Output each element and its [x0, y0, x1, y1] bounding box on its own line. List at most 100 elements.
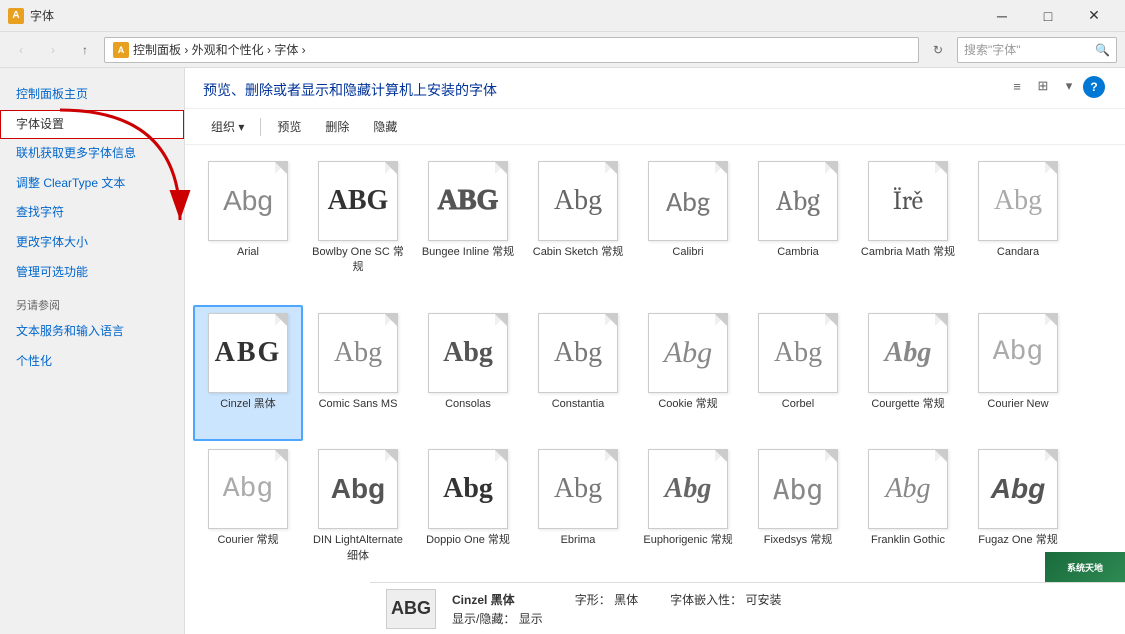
status-showHide: 显示/隐藏： 显示 [452, 610, 543, 627]
status-font-name: Cinzel 黑体 [452, 591, 543, 608]
delete-button[interactable]: 删除 [317, 115, 357, 138]
font-icon: Abg [648, 313, 728, 393]
sidebar-item-cleartype[interactable]: 调整 ClearType 文本 [0, 169, 184, 199]
font-name: DIN LightAlternate 细体 [309, 533, 407, 564]
font-icon: Abg [978, 313, 1058, 393]
font-item[interactable]: ABGBungee Inline 常规 [413, 153, 523, 305]
font-name: Fixedsys 常规 [764, 533, 832, 548]
font-name: Fugaz One 常规 [978, 533, 1057, 548]
title-bar-controls: ─ □ ✕ [979, 0, 1117, 32]
title-bar: A 字体 ─ □ ✕ [0, 0, 1125, 32]
font-item[interactable]: AbgCambria [743, 153, 853, 305]
font-item[interactable]: AbgCandara [963, 153, 1073, 305]
status-bar: ABG Cinzel 黑体 显示/隐藏： 显示 字形： 黑体 [370, 582, 1125, 634]
view-buttons: ≡ ⊞ ▾ [1005, 74, 1081, 98]
font-icon: Abg [758, 449, 838, 529]
font-preview-text: Abg [223, 474, 273, 505]
font-item[interactable]: Abg Euphorigenic 常规 [633, 441, 743, 593]
font-item[interactable]: AbgFranklin Gothic [853, 441, 963, 593]
up-button[interactable]: ↑ [72, 37, 98, 63]
font-icon: Abg [978, 161, 1058, 241]
font-item[interactable]: AbgDIN LightAlternate 细体 [303, 441, 413, 593]
sidebar-item-change-size[interactable]: 更改字体大小 [0, 228, 184, 258]
path-text: 控制面板 › 外观和个性化 › 字体 › [133, 41, 306, 58]
font-name: Ebrima [561, 533, 596, 548]
help-button[interactable]: ? [1083, 76, 1105, 98]
status-showHide-label: 显示/隐藏： [452, 612, 515, 626]
font-item[interactable]: Abg Corbel [743, 305, 853, 441]
path-icon: A [113, 42, 129, 58]
font-item[interactable]: AbgCourier 常规 [193, 441, 303, 593]
sidebar-item-get-fonts[interactable]: 联机获取更多字体信息 [0, 139, 184, 169]
status-embed: 字体嵌入性： 可安装 [670, 591, 781, 608]
refresh-button[interactable]: ↻ [925, 37, 951, 63]
font-item[interactable]: Ïrě Cambria Math 常规 [853, 153, 963, 305]
font-item[interactable]: AbgDoppio One 常规 [413, 441, 523, 593]
font-item[interactable]: AbgConsolas [413, 305, 523, 441]
font-preview-text: ABG [215, 337, 282, 369]
search-box[interactable]: 搜索"字体" 🔍 [957, 37, 1117, 63]
font-item[interactable]: AbgConstantia [523, 305, 633, 441]
font-item[interactable]: AbgArial [193, 153, 303, 305]
status-font-preview: ABG [386, 589, 436, 629]
fonts-grid: AbgArialABGBowlby One SC 常规ABGBungee Inl… [185, 145, 1125, 601]
font-preview-text: Abg [664, 336, 712, 370]
view-dropdown-button[interactable]: ▾ [1057, 74, 1081, 98]
sidebar-item-manage-features[interactable]: 管理可选功能 [0, 258, 184, 288]
grid-view-button[interactable]: ⊞ [1031, 74, 1055, 98]
font-icon: Abg [428, 313, 508, 393]
back-button[interactable]: ‹ [8, 37, 34, 63]
search-icon: 🔍 [1095, 43, 1110, 57]
font-icon: Abg [868, 313, 948, 393]
font-icon: Abg [758, 313, 838, 393]
font-item[interactable]: Abg Cookie 常规 [633, 305, 743, 441]
font-name: Courier New [987, 397, 1048, 412]
forward-button[interactable]: › [40, 37, 66, 63]
font-preview-text: Abg [773, 473, 824, 506]
address-path[interactable]: A 控制面板 › 外观和个性化 › 字体 › [104, 37, 919, 63]
font-item[interactable]: AbgComic Sans MS [303, 305, 413, 441]
font-icon: Ïrě [868, 161, 948, 241]
font-preview-text: Abg [443, 473, 493, 505]
address-bar: ‹ › ↑ A 控制面板 › 外观和个性化 › 字体 › ↻ 搜索"字体" 🔍 [0, 32, 1125, 68]
sidebar-item-font-settings[interactable]: 字体设置 [0, 110, 184, 140]
content-area: 预览、删除或者显示和隐藏计算机上安装的字体 组织 ▾ 预览 删除 隐藏 ≡ ⊞ … [185, 68, 1125, 634]
font-icon: Abg [318, 313, 398, 393]
font-item[interactable]: ABGCinzel 黑体 [193, 305, 303, 441]
font-preview-text: Abg [665, 473, 712, 505]
font-preview-text: Abg [774, 337, 822, 369]
preview-button[interactable]: 预览 [269, 115, 309, 138]
font-name: Corbel [782, 397, 814, 412]
font-icon: ABG [428, 161, 508, 241]
font-item[interactable]: ABGBowlby One SC 常规 [303, 153, 413, 305]
font-item[interactable]: AbgCalibri [633, 153, 743, 305]
font-item[interactable]: Abg Fixedsys 常规 [743, 441, 853, 593]
toolbar: 组织 ▾ 预览 删除 隐藏 ≡ ⊞ ▾ ? [185, 109, 1125, 145]
font-name: Constantia [552, 397, 605, 412]
maximize-button[interactable]: □ [1025, 0, 1071, 32]
sidebar-item-personalize[interactable]: 个性化 [0, 347, 184, 377]
sidebar-item-find-char[interactable]: 查找字符 [0, 198, 184, 228]
organize-button[interactable]: 组织 ▾ [203, 115, 252, 138]
sidebar-item-text-services[interactable]: 文本服务和输入语言 [0, 317, 184, 347]
list-view-button[interactable]: ≡ [1005, 74, 1029, 98]
font-name: Cambria Math 常规 [861, 245, 955, 260]
font-preview-text: Abg [994, 185, 1042, 217]
font-name: Euphorigenic 常规 [643, 533, 732, 548]
watermark: 系统天地 [1045, 552, 1125, 582]
hide-button[interactable]: 隐藏 [365, 115, 405, 138]
font-preview-text: Abg [776, 185, 820, 217]
title-bar-left: A 字体 [8, 7, 54, 24]
font-preview-text: Ïrě [893, 186, 923, 216]
font-item[interactable]: AbgCourgette 常规 [853, 305, 963, 441]
minimize-button[interactable]: ─ [979, 0, 1025, 32]
font-icon: Abg [208, 161, 288, 241]
font-item[interactable]: AbgEbrima [523, 441, 633, 593]
font-item[interactable]: AbgCabin Sketch 常规 [523, 153, 633, 305]
font-name: Cookie 常规 [658, 397, 717, 412]
close-button[interactable]: ✕ [1071, 0, 1117, 32]
sidebar-home[interactable]: 控制面板主页 [0, 80, 184, 110]
font-item[interactable]: Abg Courier New [963, 305, 1073, 441]
font-preview-text: Abg [554, 185, 602, 217]
font-icon: Abg [208, 449, 288, 529]
